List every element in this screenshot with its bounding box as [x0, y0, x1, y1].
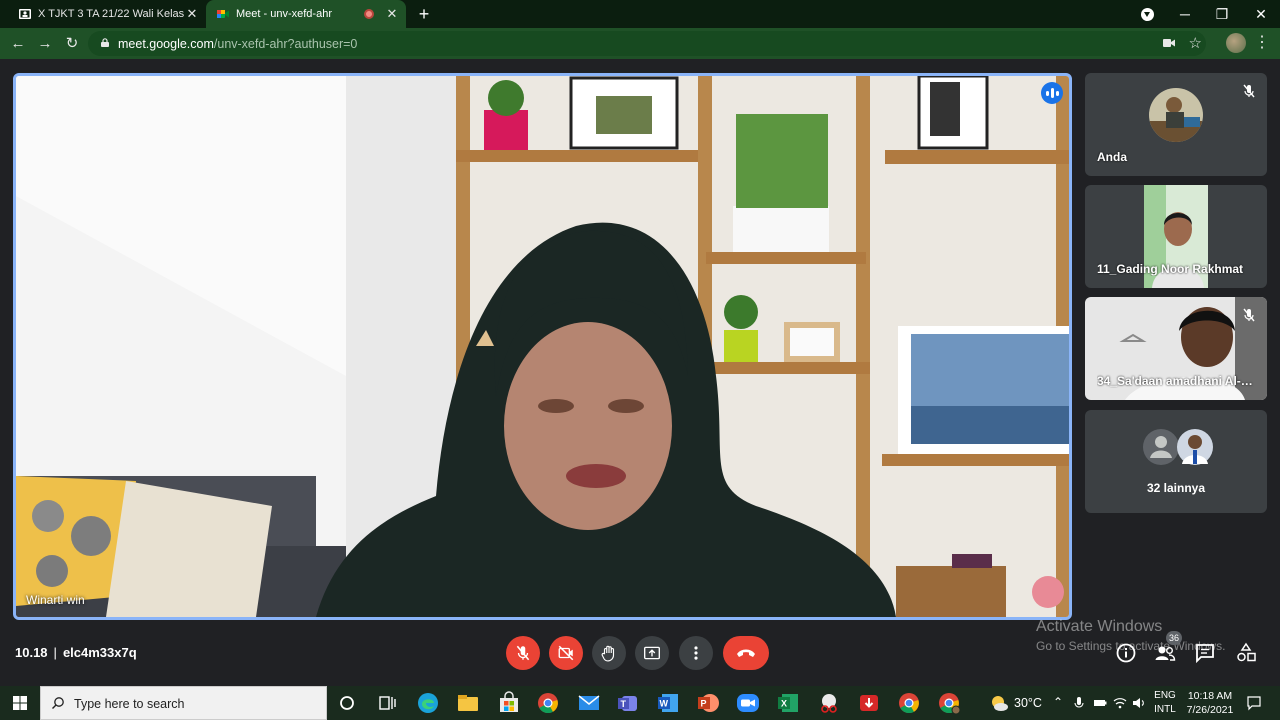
weather-temp: 30°C: [1014, 696, 1042, 710]
hand-icon: [601, 645, 615, 662]
others-count-label: 32 lainnya: [1146, 481, 1206, 495]
participant-tile[interactable]: 34_Sa'daan amadhani Al-h...: [1085, 297, 1267, 400]
svg-text:X: X: [781, 699, 787, 709]
more-options-button[interactable]: [679, 636, 713, 670]
mic-off-icon: [516, 645, 530, 661]
tab-meet[interactable]: Meet - unv-xefd-ahr ✕: [206, 0, 406, 28]
chrome-profile-icon[interactable]: [937, 691, 961, 715]
recording-indicator-icon: [364, 9, 374, 19]
profile-avatar[interactable]: [1226, 33, 1246, 53]
camera-in-use-icon[interactable]: [1162, 37, 1176, 49]
others-avatars-icon: [1143, 429, 1213, 465]
close-tab-icon[interactable]: ✕: [184, 6, 200, 22]
input-language[interactable]: ENG INTL: [1152, 689, 1178, 717]
chrome-active-icon[interactable]: [897, 691, 921, 715]
participant-avatar: [1149, 88, 1203, 142]
meeting-details: 10.18 | elc4m33x7q: [15, 645, 137, 660]
lock-icon: [101, 38, 109, 47]
chrome-icon[interactable]: [536, 691, 560, 715]
powerpoint-icon[interactable]: P: [696, 691, 720, 715]
excel-icon[interactable]: X: [776, 691, 800, 715]
notifications-icon[interactable]: [1246, 695, 1262, 711]
address-bar[interactable]: meet.google.com/unv-xefd-ahr?authuser=0 …: [88, 31, 1206, 56]
teams-icon[interactable]: T: [616, 691, 640, 715]
browser-menu-icon[interactable]: ⋮: [1254, 33, 1270, 53]
windows-start-icon[interactable]: [0, 686, 40, 720]
raise-hand-button[interactable]: [592, 636, 626, 670]
word-icon[interactable]: W: [656, 691, 680, 715]
participant-name: 34_Sa'daan amadhani Al-h...: [1097, 374, 1257, 388]
more-vert-icon: [694, 646, 698, 660]
mic-off-icon: [1243, 308, 1255, 322]
show-hidden-icons-icon[interactable]: ⌃: [1053, 695, 1063, 709]
others-tile[interactable]: 32 lainnya: [1085, 410, 1267, 513]
chat-icon[interactable]: [1194, 642, 1216, 664]
camera-off-icon: [558, 645, 574, 661]
mic-toggle-button[interactable]: [506, 636, 540, 670]
taskbar-search-box[interactable]: Type here to search: [40, 686, 327, 720]
speaking-indicator-icon: [1041, 82, 1063, 104]
tab-title: X TJKT 3 TA 21/22 Wali Kelas : Dr: [38, 8, 184, 20]
present-screen-button[interactable]: [635, 636, 669, 670]
new-tab-button[interactable]: +: [414, 4, 434, 24]
meeting-time: 10.18: [15, 645, 48, 660]
main-video-feed[interactable]: Winarti win: [13, 73, 1072, 620]
wifi-icon[interactable]: [1113, 696, 1127, 710]
task-view-icon[interactable]: [375, 691, 399, 715]
close-window-icon[interactable]: ✕: [1242, 0, 1280, 28]
svg-text:P: P: [701, 699, 707, 709]
windows-taskbar: Type here to search T W P X 30°C ⌃ ENG I…: [0, 686, 1280, 720]
battery-icon[interactable]: [1093, 696, 1107, 710]
download-manager-icon[interactable]: [857, 691, 881, 715]
microphone-tray-icon[interactable]: [1072, 696, 1086, 710]
bookmark-star-icon[interactable]: ☆: [1189, 34, 1202, 52]
search-placeholder: Type here to search: [74, 697, 185, 711]
volume-icon[interactable]: [1132, 696, 1146, 710]
meeting-info-icon[interactable]: [1115, 642, 1137, 664]
people-count-badge: 36: [1166, 631, 1182, 645]
participant-tile[interactable]: 11_Gading Noor Rakhmat: [1085, 185, 1267, 288]
svg-text:T: T: [621, 699, 627, 709]
maximize-icon[interactable]: ❐: [1203, 0, 1241, 28]
present-icon: [644, 646, 660, 660]
snipping-tool-icon[interactable]: [817, 691, 841, 715]
participant-name: Anda: [1097, 150, 1127, 164]
activities-icon[interactable]: [1235, 642, 1257, 664]
browser-toolbar: ← → ↻ meet.google.com/unv-xefd-ahr?authu…: [0, 28, 1280, 59]
back-arrow-icon[interactable]: ←: [7, 33, 29, 55]
meet-favicon-icon: [217, 10, 229, 18]
svg-text:W: W: [660, 699, 669, 709]
hang-up-icon: [737, 649, 755, 657]
browser-tab-strip: X TJKT 3 TA 21/22 Wali Kelas : Dr ✕ Meet…: [0, 0, 1280, 28]
close-tab-icon[interactable]: ✕: [384, 6, 400, 22]
classroom-favicon-icon: [19, 9, 31, 19]
edge-icon[interactable]: [416, 691, 440, 715]
weather-icon[interactable]: [988, 692, 1010, 714]
reload-icon[interactable]: ↻: [61, 33, 83, 55]
file-explorer-icon[interactable]: [456, 691, 480, 715]
tab-title: Meet - unv-xefd-ahr: [236, 8, 332, 20]
leave-call-button[interactable]: [723, 636, 769, 670]
main-speaker-name: Winarti win: [26, 593, 85, 607]
minimize-icon[interactable]: ─: [1166, 0, 1204, 28]
speaker-video-image: [16, 76, 1069, 617]
zoom-icon[interactable]: [736, 691, 760, 715]
search-icon: [52, 697, 64, 709]
meeting-code: elc4m33x7q: [62, 645, 137, 660]
taskbar-clock[interactable]: 10:18 AM 7/26/2021: [1182, 689, 1238, 717]
people-icon[interactable]: [1154, 642, 1176, 664]
cortana-icon[interactable]: [335, 691, 359, 715]
camera-toggle-button[interactable]: [549, 636, 583, 670]
mail-icon[interactable]: [577, 691, 601, 715]
url-text: meet.google.com/unv-xefd-ahr?authuser=0: [118, 37, 358, 51]
store-icon[interactable]: [497, 691, 521, 715]
meeting-separator: |: [53, 645, 57, 660]
mic-off-icon: [1243, 84, 1255, 98]
participant-tile[interactable]: Anda: [1085, 73, 1267, 176]
participant-name: 11_Gading Noor Rakhmat: [1097, 262, 1244, 276]
tab-search-icon[interactable]: [1141, 8, 1154, 21]
forward-arrow-icon[interactable]: →: [34, 33, 56, 55]
tab-classroom[interactable]: X TJKT 3 TA 21/22 Wali Kelas : Dr ✕: [8, 0, 206, 28]
